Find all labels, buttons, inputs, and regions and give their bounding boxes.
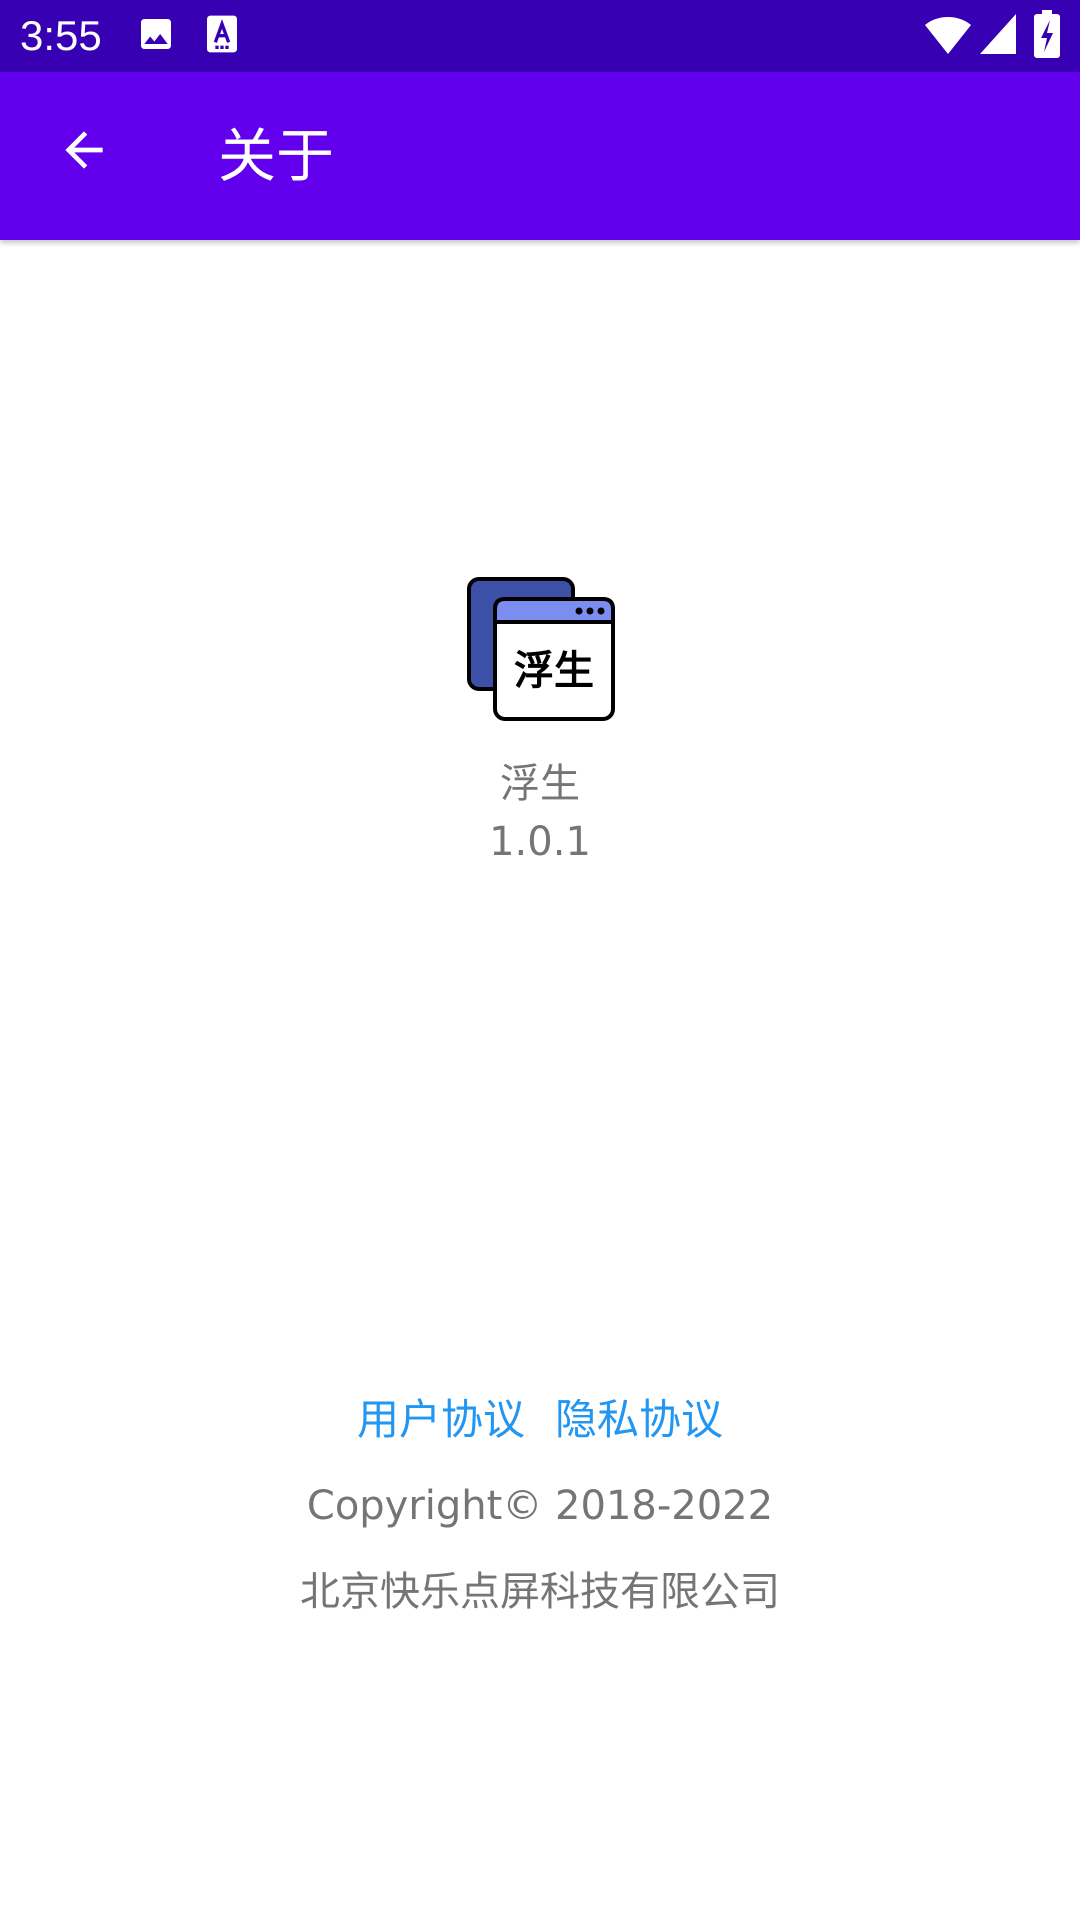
font-a-icon	[204, 14, 240, 58]
page-title: 关于	[218, 122, 335, 190]
back-button[interactable]	[44, 112, 124, 192]
battery-charging-icon	[1034, 10, 1060, 62]
arrow-back-icon	[56, 122, 112, 182]
status-bar: 3:55	[0, 0, 1080, 72]
wifi-icon	[924, 12, 972, 60]
privacy-policy-link[interactable]: 隐私协议	[555, 1395, 723, 1444]
user-agreement-link[interactable]: 用户协议	[357, 1395, 525, 1444]
company-name: 北京快乐点屏科技有限公司	[300, 1569, 780, 1615]
app-name: 浮生	[500, 761, 580, 807]
agreement-links: 用户协议 隐私协议	[0, 1390, 1080, 1450]
status-time: 3:55	[20, 12, 102, 59]
signal-icon	[980, 14, 1016, 58]
logo-text: 浮生	[514, 648, 594, 694]
image-icon	[136, 14, 176, 58]
app-logo: 浮生	[466, 576, 616, 722]
copyright-text: Copyright© 2018-2022	[306, 1483, 774, 1529]
app-version: 1.0.1	[489, 819, 591, 865]
app-bar: 关于	[0, 72, 1080, 240]
